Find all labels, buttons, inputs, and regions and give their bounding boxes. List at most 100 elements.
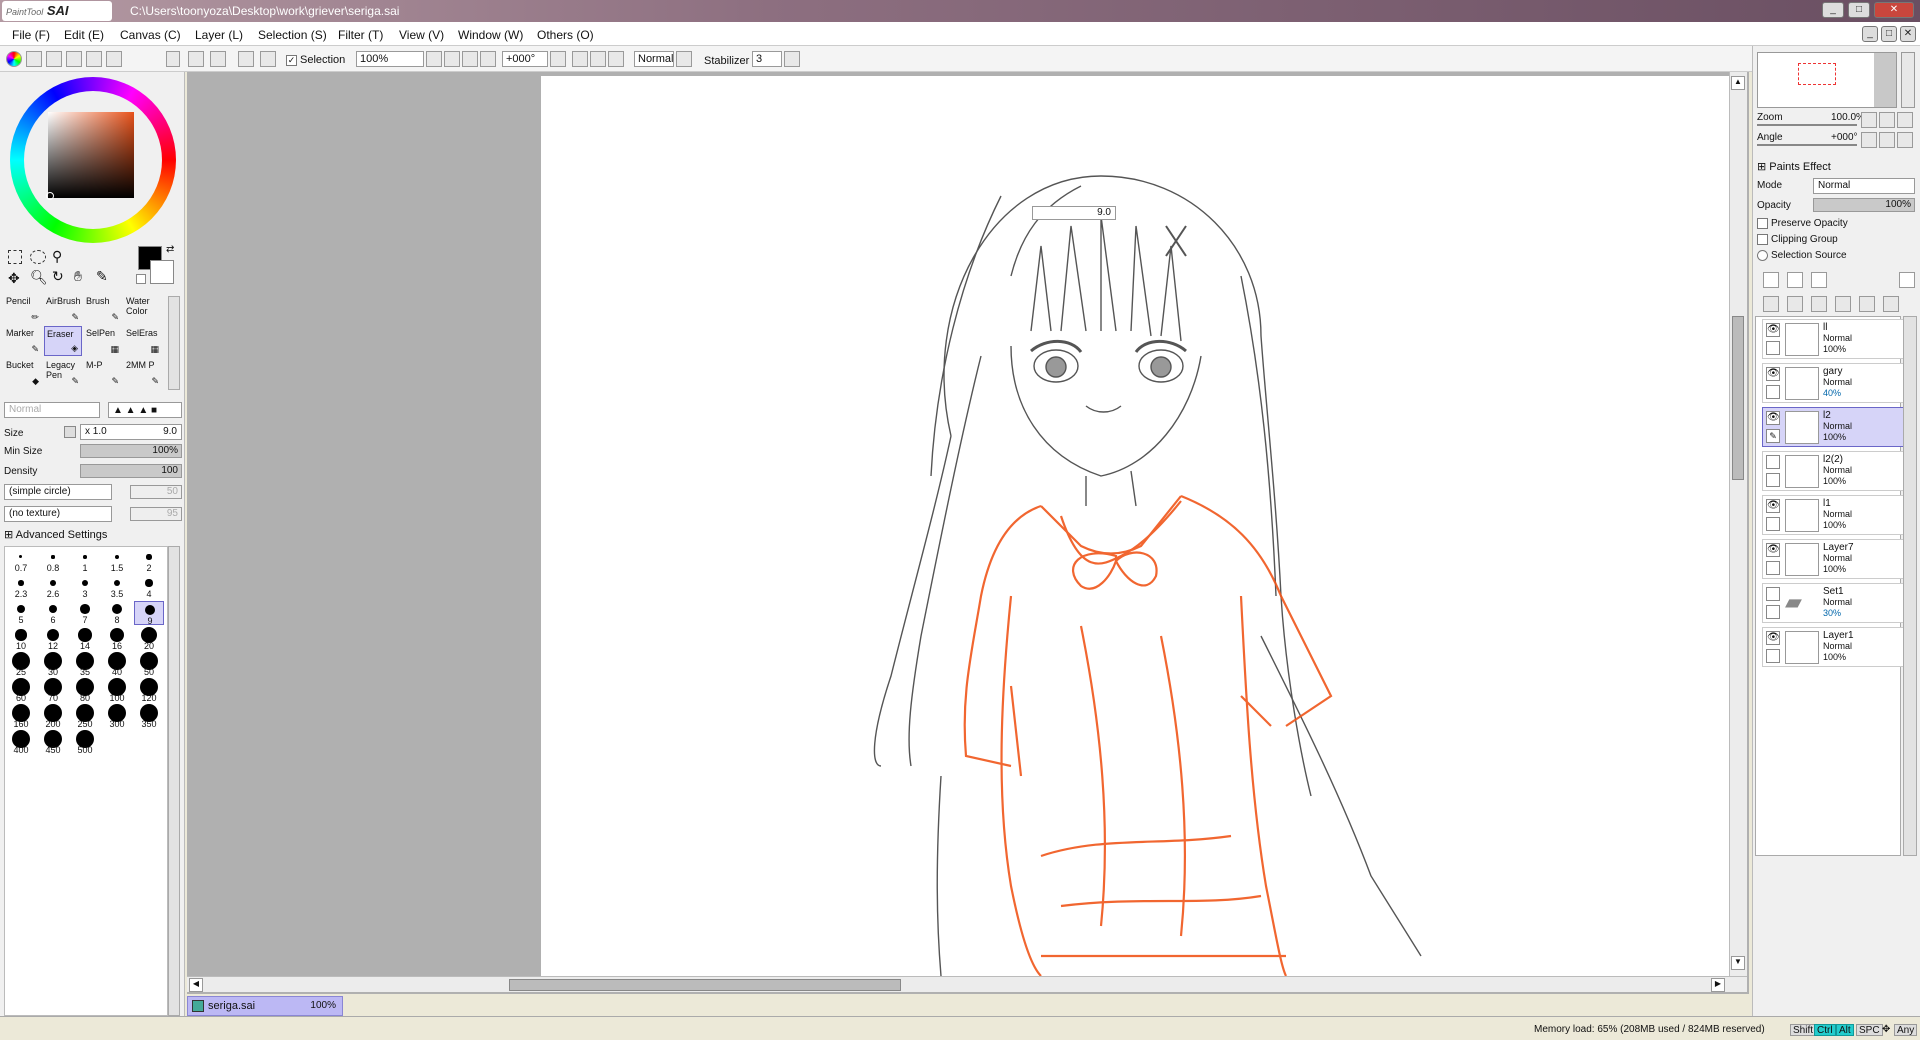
zoom-select[interactable]: 100% [356,51,424,67]
layer-pen-slot[interactable] [1766,517,1780,531]
nav-zoom-slider[interactable] [1757,124,1857,126]
advanced-settings-toggle[interactable]: ⊞ Advanced Settings [4,528,107,541]
brush-size-preset[interactable]: 50 [134,652,164,677]
layer-mode-select[interactable]: Normal [1813,178,1915,194]
tool-selpen[interactable]: SelPen ▦ [84,326,122,356]
menu-others[interactable]: Others (O) [537,28,594,42]
angle-dropdown-icon[interactable] [550,51,566,67]
menu-selection[interactable]: Selection (S) [258,28,327,42]
layer-pen-slot[interactable] [1766,473,1780,487]
selection-toggle[interactable]: ✓ Selection [286,54,345,66]
selection-source-radio[interactable] [1757,250,1768,261]
menu-filter[interactable]: Filter (T) [338,28,383,42]
selection-checkbox[interactable]: ✓ [286,54,297,66]
layer-mask-icon[interactable] [1899,272,1915,288]
scroll-down-icon[interactable]: ▼ [1731,956,1745,970]
panel-menu-icon[interactable] [166,51,180,67]
rotate-right-icon[interactable] [590,51,606,67]
stabilizer-dropdown-icon[interactable] [784,51,800,67]
tool-seleras[interactable]: SelEras ▦ [124,326,162,356]
brush-size-preset[interactable]: 250 [70,704,100,729]
layer-row-selected[interactable]: 👁︎ ✎ l2 Normal 100% [1762,407,1904,447]
tool-watercolor[interactable]: Water Color [124,294,162,324]
brush-size-preset[interactable]: 40 [102,652,132,677]
layer-pen-slot[interactable] [1766,649,1780,663]
canvas-vertical-scrollbar[interactable]: ▲ ▼ [1729,72,1747,976]
angle-select[interactable]: +000° [502,51,548,67]
menu-view[interactable]: View (V) [399,28,444,42]
tool-pencil[interactable]: Pencil ✏ [4,294,42,324]
size-slider[interactable]: x 1.0 9.0 [80,424,182,440]
tool-legacy-pen[interactable]: Legacy Pen ✎ [44,358,82,388]
zoom-out-icon[interactable] [444,51,460,67]
layer-row[interactable]: l2(2) Normal 100% [1762,451,1904,491]
color-saturation-square[interactable] [48,112,134,198]
rgb-slider-tab-icon[interactable] [26,51,42,67]
canvas-horizontal-scrollbar[interactable]: ◀ ▶ [187,976,1747,992]
doc-minimize-button[interactable]: _ [1862,26,1878,42]
scroll-left-icon[interactable]: ◀ [189,978,203,992]
move-icon[interactable]: ✥ [8,270,20,287]
layer-pen-slot[interactable] [1766,385,1780,399]
brush-size-preset[interactable]: 35 [70,652,100,677]
scratchpad-tab-icon[interactable] [86,51,102,67]
brush-size-preset[interactable]: 2 [134,549,164,573]
tool-bucket[interactable]: Bucket ◆ [4,358,42,388]
brush-size-preset[interactable]: 12 [38,627,68,651]
new-layer-icon[interactable] [1763,272,1779,288]
min-size-slider[interactable]: 100% [80,444,182,458]
canvas-area[interactable]: 9.0 [187,72,1749,994]
brush-size-preset[interactable]: 1.5 [102,549,132,573]
brush-size-preset[interactable]: 14 [70,627,100,651]
brush-size-preset[interactable]: 2.6 [38,575,68,599]
new-folder-icon[interactable] [1811,272,1827,288]
tool-2mm-p[interactable]: 2MM P ✎ [124,358,162,388]
brush-shape-strength[interactable]: 50 [130,485,182,499]
color-wheel-tab-icon[interactable] [6,51,22,67]
pen-icon[interactable]: ✎ [1766,429,1780,443]
brush-size-preset[interactable]: 400 [6,730,36,755]
transparent-color-icon[interactable] [136,274,146,284]
deselect-icon[interactable] [238,51,254,67]
file-tab[interactable]: seriga.sai 100% [187,996,343,1016]
transfer-down-icon[interactable] [1763,296,1779,312]
eye-icon[interactable]: 👁︎ [1766,323,1780,337]
doc-restore-button[interactable]: □ [1881,26,1897,42]
magic-wand-icon[interactable]: ⚲ [52,248,62,265]
paints-effect-toggle[interactable]: ⊞ Paints Effect [1757,160,1831,173]
eye-icon[interactable]: 👁︎ [1766,499,1780,513]
user-swatch-tab-icon[interactable] [106,51,122,67]
nav-rotate-right-icon[interactable] [1879,132,1895,148]
brush-size-preset[interactable]: 7 [70,601,100,625]
zoom-in-icon[interactable] [462,51,478,67]
nav-rotate-left-icon[interactable] [1861,132,1877,148]
layer-pen-slot[interactable] [1766,561,1780,575]
nav-zoom-reset-icon[interactable] [1897,112,1913,128]
size-mult-button[interactable] [64,426,76,438]
layer-row[interactable]: 👁︎ l1 Normal 100% [1762,495,1904,535]
navigator-viewport[interactable] [1798,63,1836,85]
size-presets-scrollbar[interactable] [168,546,180,1016]
redo-icon[interactable] [210,51,226,67]
eye-hidden-icon[interactable] [1766,587,1780,601]
nav-angle-slider[interactable] [1757,144,1857,146]
eye-icon[interactable]: 👁︎ [1766,411,1780,425]
brush-shape-select[interactable]: (simple circle) [4,484,112,500]
layer-pen-slot[interactable] [1766,605,1780,619]
brush-size-preset[interactable]: 120 [134,678,164,703]
preserve-opacity-option[interactable]: Preserve Opacity [1757,218,1848,229]
tool-brush[interactable]: Brush ✎ [84,294,122,324]
brush-size-preset[interactable]: 25 [6,652,36,677]
preserve-opacity-checkbox[interactable] [1757,218,1768,229]
nav-rotate-reset-icon[interactable] [1897,132,1913,148]
layer-properties-icon[interactable] [1859,296,1875,312]
tool-airbrush[interactable]: AirBrush ✎ [44,294,82,324]
tool-mp[interactable]: M-P ✎ [84,358,122,388]
eye-icon[interactable]: 👁︎ [1766,543,1780,557]
navigator-preview[interactable] [1757,52,1897,108]
tool-eraser[interactable]: Eraser ◈ [44,326,82,356]
invert-selection-icon[interactable] [260,51,276,67]
brush-texture-strength[interactable]: 95 [130,507,182,521]
layer-row[interactable]: 👁︎ Layer7 Normal 100% [1762,539,1904,579]
eyedropper-icon[interactable]: ✎ [96,268,108,285]
